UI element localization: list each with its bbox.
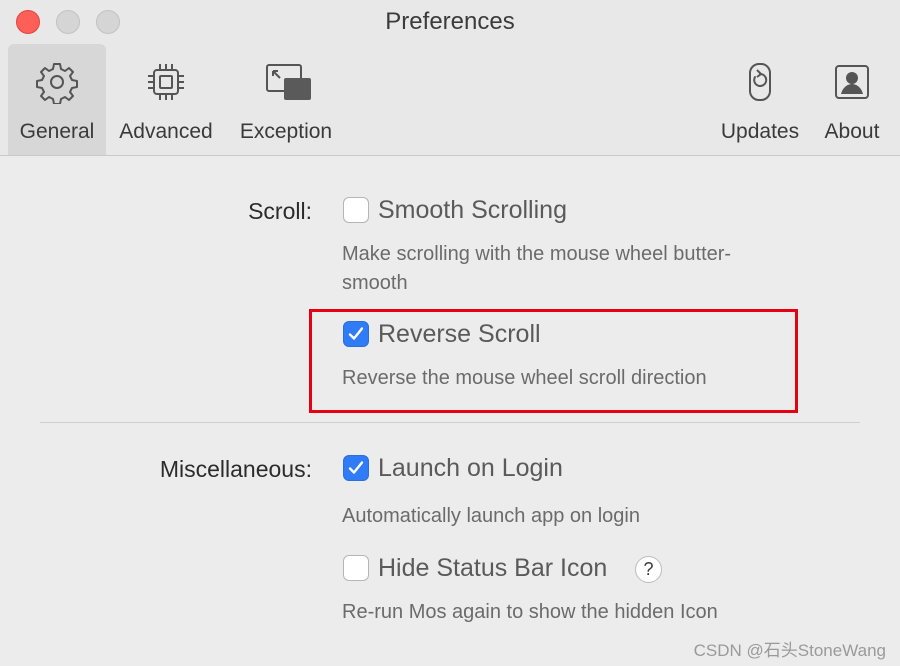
hide-status-bar-icon-label[interactable]: Hide Status Bar Icon <box>378 554 607 583</box>
tab-about-label: About <box>824 120 880 143</box>
scroll-section-label: Scroll: <box>248 198 312 224</box>
title-bar: Preferences General Advanced Exception U… <box>0 0 900 156</box>
tab-advanced[interactable]: Advanced <box>110 44 222 155</box>
preferences-window: Preferences General Advanced Exception U… <box>0 0 900 666</box>
update-icon <box>738 60 782 104</box>
tab-exception[interactable]: Exception <box>230 44 342 155</box>
help-button[interactable]: ? <box>635 556 662 583</box>
smooth-scrolling-checkbox[interactable] <box>343 197 369 223</box>
launch-on-login-checkbox[interactable] <box>343 455 369 481</box>
window-title: Preferences <box>385 8 515 35</box>
hide-status-bar-icon-checkbox[interactable] <box>343 555 369 581</box>
person-icon <box>830 60 874 104</box>
hide-status-bar-icon-description: Re-run Mos again to show the hidden Icon <box>342 601 718 623</box>
tab-exception-label: Exception <box>239 120 333 143</box>
section-divider <box>40 422 860 423</box>
launch-on-login-label[interactable]: Launch on Login <box>378 454 563 483</box>
smooth-scrolling-description: Make scrolling with the mouse wheel butt… <box>342 243 732 294</box>
tab-updates[interactable]: Updates <box>712 44 808 155</box>
tab-advanced-label: Advanced <box>119 120 213 143</box>
tab-about[interactable]: About <box>816 44 888 155</box>
highlight-annotation-box <box>309 309 798 413</box>
watermark: CSDN @石头StoneWang <box>693 641 886 660</box>
chip-icon <box>144 60 188 104</box>
tab-updates-label: Updates <box>720 120 800 143</box>
smooth-scrolling-label[interactable]: Smooth Scrolling <box>378 196 567 225</box>
window-exception-icon <box>264 60 311 104</box>
checkmark-icon <box>348 461 364 474</box>
launch-on-login-description: Automatically launch app on login <box>342 505 640 527</box>
gear-icon <box>35 60 79 105</box>
tab-general-label: General <box>19 120 95 143</box>
misc-section-label: Miscellaneous: <box>159 456 312 482</box>
tab-general[interactable]: General <box>8 44 106 155</box>
